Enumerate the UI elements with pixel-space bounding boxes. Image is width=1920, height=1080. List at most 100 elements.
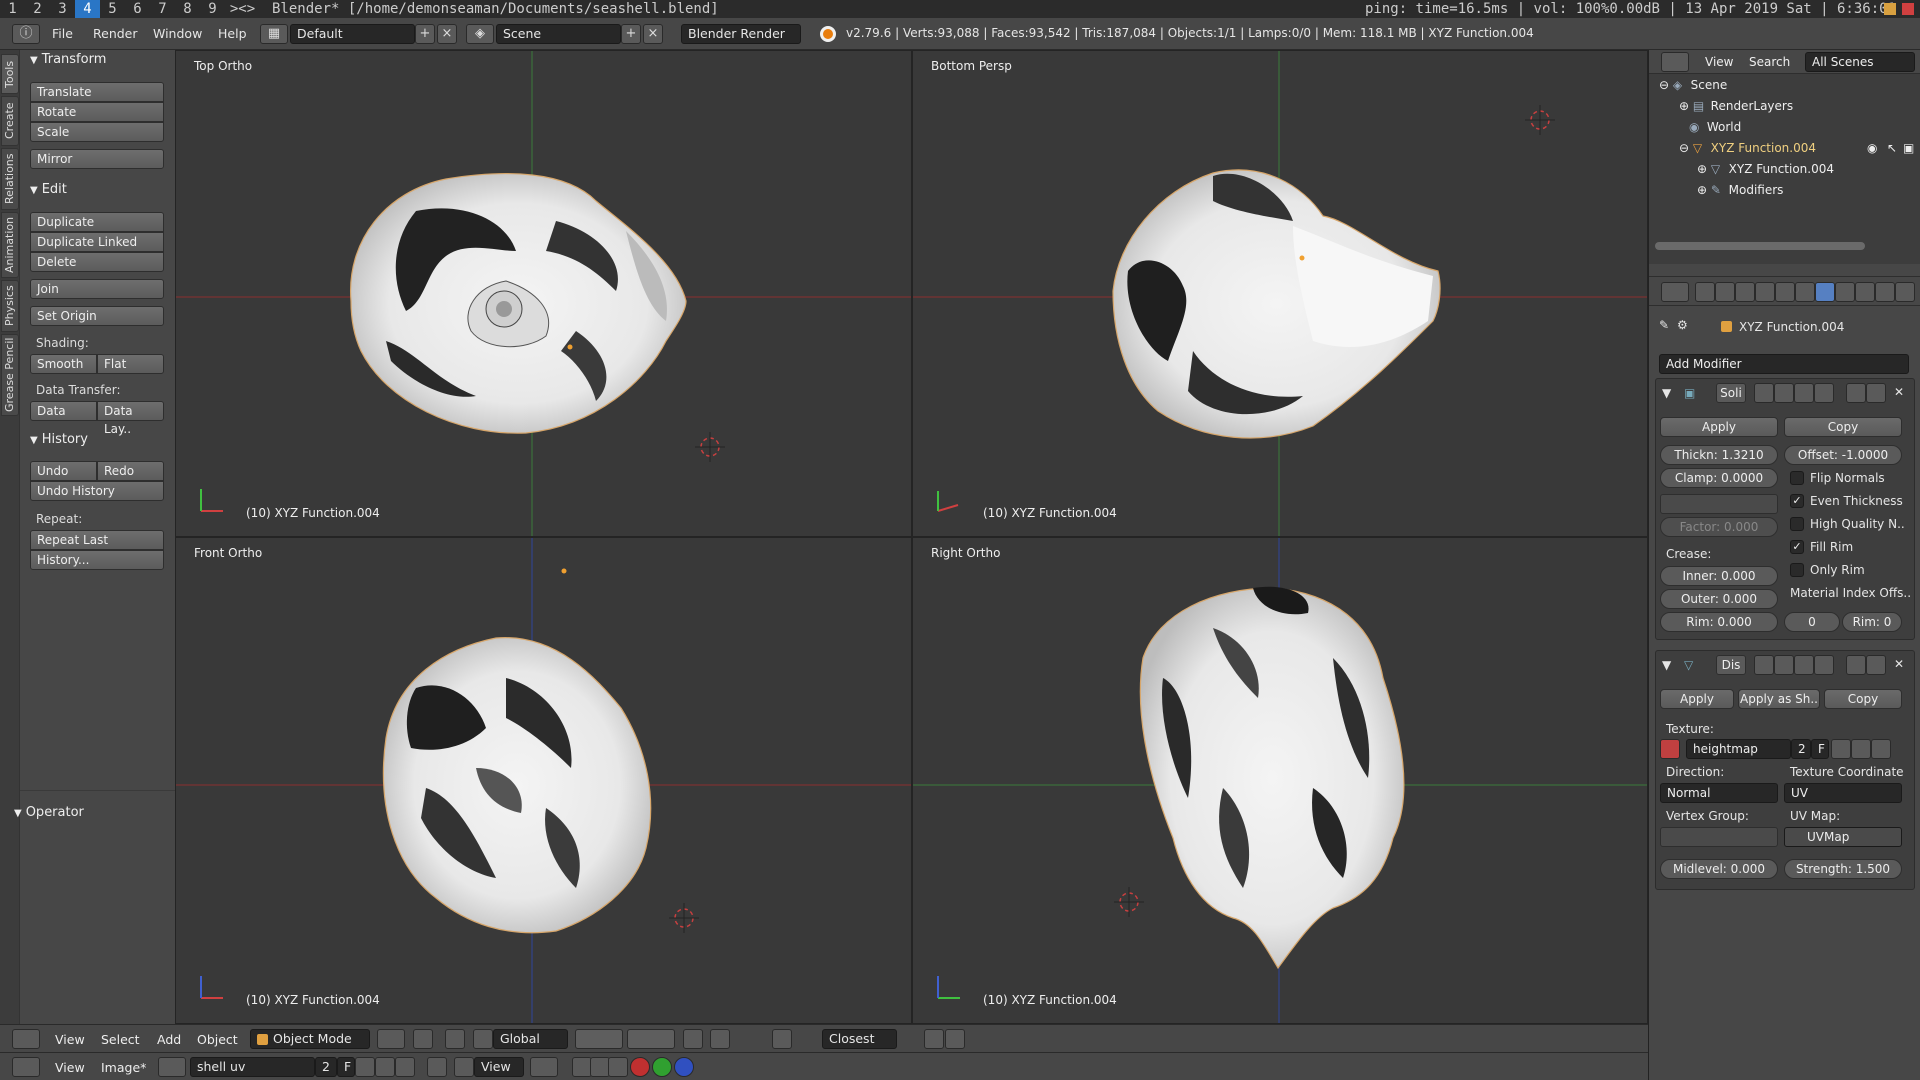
manipulator-icon[interactable] [445, 1029, 465, 1049]
remove-scene-icon[interactable]: × [643, 24, 663, 44]
tab-create[interactable]: Create [1, 96, 19, 146]
physics-tab-icon[interactable] [1895, 282, 1915, 302]
viewport-shading-icon[interactable] [377, 1029, 405, 1049]
outliner-scrollbar[interactable] [1655, 242, 1865, 250]
selectable-cursor-icon[interactable]: ↖ [1887, 141, 1897, 155]
constraints-tab-icon[interactable] [1795, 282, 1815, 302]
realtime-icon[interactable] [1754, 383, 1774, 403]
duplicate-linked-button[interactable]: Duplicate Linked [30, 232, 164, 252]
set-origin-dropdown[interactable]: Set Origin [30, 306, 164, 326]
texture-fake-user-toggle[interactable]: F [1811, 739, 1829, 759]
proportional-edit-icon[interactable] [710, 1029, 730, 1049]
move-up-icon[interactable] [1846, 655, 1866, 675]
collapse-icon[interactable]: ▼ [1662, 386, 1671, 400]
crease-inner-field[interactable]: Inner: 0.000 [1660, 566, 1778, 586]
redo-button[interactable]: Redo [97, 461, 164, 481]
menu-object[interactable]: Object [197, 1032, 238, 1047]
scene-select[interactable]: Scene [496, 24, 621, 44]
render-icon[interactable] [1774, 383, 1794, 403]
3d-cursor-icon[interactable] [1525, 105, 1555, 135]
snap-target-select[interactable]: Closest [822, 1029, 897, 1049]
channel-red-icon[interactable] [630, 1057, 650, 1077]
workspace-6[interactable]: 6 [125, 0, 150, 18]
3d-cursor-icon[interactable] [695, 432, 725, 462]
editmode-icon[interactable] [1794, 655, 1814, 675]
midlevel-field[interactable]: Midlevel: 0.000 [1660, 859, 1778, 879]
screen-layout-icon[interactable]: ▦ [260, 24, 288, 44]
texture-coordinate-select[interactable]: UV [1784, 783, 1902, 803]
transform-orientation-select[interactable]: Global [493, 1029, 568, 1049]
displace-apply-button[interactable]: Apply [1660, 689, 1734, 709]
workspace-1[interactable]: 1 [0, 0, 25, 18]
render-layers-tab-icon[interactable] [1715, 282, 1735, 302]
unlink-texture-icon[interactable] [1851, 739, 1871, 759]
outliner-item-scene[interactable]: ⊖ ◈ Scene [1659, 78, 1727, 92]
transform-panel-header[interactable]: ▼ Transform [30, 52, 106, 67]
minimize-icon[interactable] [1884, 3, 1896, 15]
seashell-top[interactable] [350, 173, 687, 434]
new-image-icon[interactable] [355, 1057, 375, 1077]
collapse-icon[interactable]: ▼ [1662, 658, 1671, 672]
fake-user-toggle[interactable]: F [337, 1057, 355, 1077]
editmode-icon[interactable] [1794, 383, 1814, 403]
lock-layers-icon[interactable] [683, 1029, 703, 1049]
outliner-item-renderlayers[interactable]: ⊕ ▤ RenderLayers [1679, 99, 1793, 113]
scene-icon[interactable]: ◈ [466, 24, 494, 44]
image-name-field[interactable]: shell uv [190, 1057, 315, 1077]
material-rim-offset-field[interactable]: Rim: 0 [1842, 612, 1902, 632]
clamp-field[interactable]: Clamp: 0.0000 [1660, 468, 1778, 488]
layers-icon[interactable] [575, 1029, 623, 1049]
apply-as-shape-button[interactable]: Apply as Sh.. [1738, 689, 1820, 709]
render-engine-select[interactable]: Blender Render [681, 24, 801, 44]
snap-icon[interactable] [772, 1029, 792, 1049]
tab-animation[interactable]: Animation [1, 212, 19, 278]
menu-file[interactable]: File [52, 26, 73, 41]
offset-field[interactable]: Offset: -1.0000 [1784, 445, 1902, 465]
data-layout-button[interactable]: Data Lay.. [97, 401, 164, 436]
outliner-search-menu[interactable]: Search [1749, 55, 1790, 69]
menu-view[interactable]: View [55, 1032, 85, 1047]
direction-select[interactable]: Normal [1660, 783, 1778, 803]
add-layout-icon[interactable]: + [415, 24, 435, 44]
outliner-item-mesh[interactable]: ⊕ ▽ XYZ Function.004 [1697, 162, 1834, 176]
history-button[interactable]: History... [30, 550, 164, 570]
view-mode-select[interactable]: View [474, 1057, 524, 1077]
mirror-button[interactable]: Mirror [30, 149, 164, 169]
render-animation-icon[interactable] [945, 1029, 965, 1049]
uv-map-field[interactable]: UVMap [1784, 827, 1902, 847]
fill-rim-checkbox[interactable]: ✓ [1790, 540, 1804, 554]
texture-browse-icon[interactable] [1660, 739, 1680, 759]
seashell-bottom[interactable] [1112, 169, 1441, 439]
material-offset-field[interactable]: 0 [1784, 612, 1840, 632]
history-panel-header[interactable]: ▼ History [30, 432, 88, 447]
tab-relations[interactable]: Relations [1, 148, 19, 210]
world-tab-icon[interactable] [1755, 282, 1775, 302]
scale-button[interactable]: Scale [30, 122, 164, 142]
cage-icon[interactable] [1814, 655, 1834, 675]
editor-type-icon[interactable] [12, 1057, 40, 1077]
thickness-field[interactable]: Thickn: 1.3210 [1660, 445, 1778, 465]
viewport-right-ortho[interactable]: Right Ortho (10) XYZ Function.004 [912, 537, 1648, 1024]
modifiers-tab-icon[interactable] [1815, 282, 1835, 302]
flip-normals-checkbox[interactable] [1790, 471, 1804, 485]
mode-select[interactable]: Object Mode [250, 1029, 370, 1049]
menu-help[interactable]: Help [218, 26, 247, 41]
menu-image[interactable]: Image* [101, 1060, 146, 1075]
close-icon[interactable] [1902, 3, 1914, 15]
duplicate-button[interactable]: Duplicate [30, 212, 164, 232]
layers-icon-2[interactable] [627, 1029, 675, 1049]
viewport-top-ortho[interactable]: Top Ortho (10) XYZ Function.004 [175, 50, 912, 537]
editor-type-icon[interactable] [12, 1029, 40, 1049]
rotate-button[interactable]: Rotate [30, 102, 164, 122]
operator-panel-header[interactable]: ▼ Operator [14, 805, 84, 820]
channel-blue-icon[interactable] [674, 1057, 694, 1077]
only-rim-checkbox[interactable] [1790, 563, 1804, 577]
translate-button[interactable]: Translate [30, 82, 164, 102]
workspace-8[interactable]: 8 [175, 0, 200, 18]
pin-image-icon[interactable] [427, 1057, 447, 1077]
channel-green-icon[interactable] [652, 1057, 672, 1077]
channel-alpha-icon[interactable] [608, 1057, 628, 1077]
vertex-group-field[interactable] [1660, 494, 1778, 514]
move-down-icon[interactable] [1866, 383, 1886, 403]
new-texture-icon[interactable] [1831, 739, 1851, 759]
